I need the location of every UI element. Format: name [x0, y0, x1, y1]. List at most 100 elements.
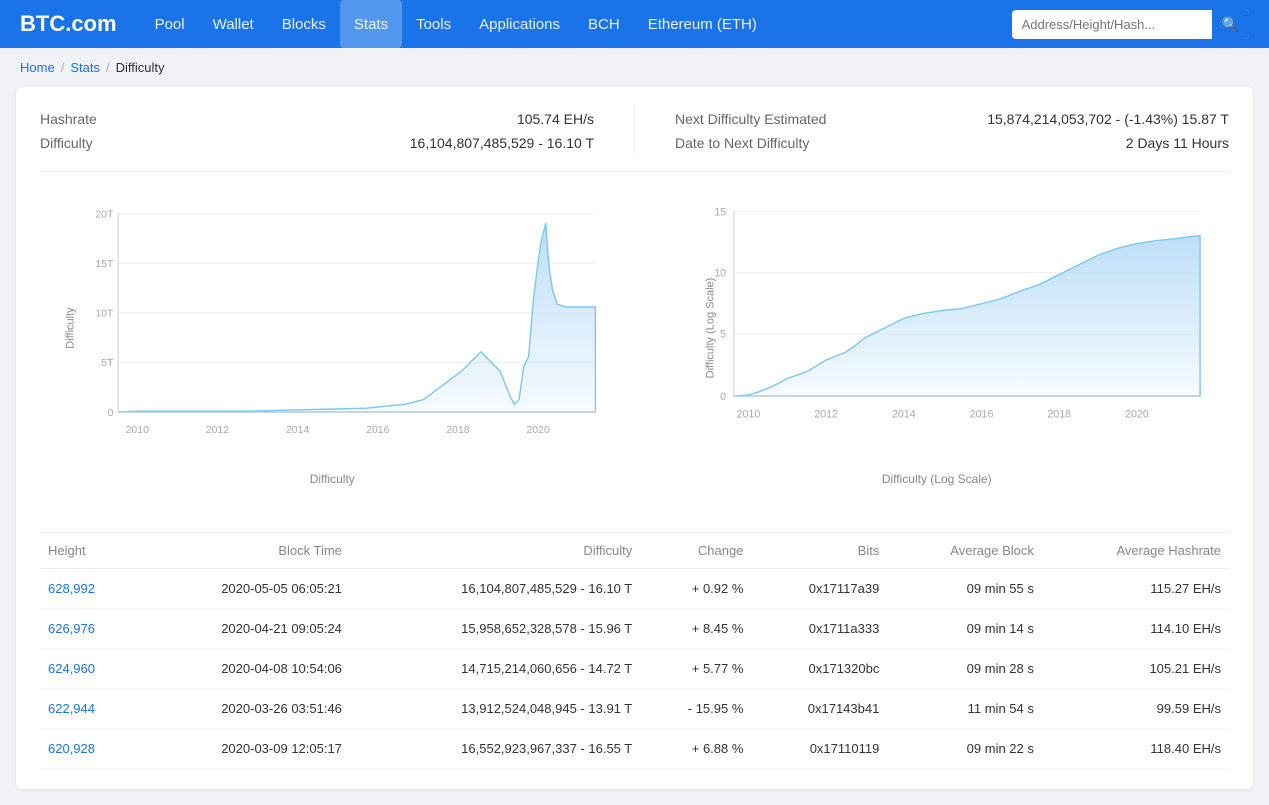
main-card: Hashrate 105.74 EH/s Difficulty 16,104,8… [16, 87, 1253, 789]
next-difficulty-stat: Next Difficulty Estimated 15,874,214,053… [675, 107, 1229, 131]
table-row: 626,9762020-04-21 09:05:2415,958,652,328… [40, 609, 1229, 649]
stats-right: Next Difficulty Estimated 15,874,214,053… [675, 107, 1229, 155]
block-time: 2020-03-26 03:51:46 [138, 689, 350, 729]
col-block-time: Block Time [138, 533, 350, 569]
avg-hashrate-value: 118.40 EH/s [1042, 729, 1229, 769]
avg-hashrate-value: 105.21 EH/s [1042, 649, 1229, 689]
difficulty-value: 13,912,524,048,945 - 13.91 T [350, 689, 640, 729]
bits-value: 0x171320bc [751, 649, 887, 689]
nav-link-ethereum-(eth)[interactable]: Ethereum (ETH) [634, 0, 771, 48]
block-time: 2020-05-05 06:05:21 [138, 569, 350, 609]
chart-log: Difficulty (Log Scale) 15 1 [645, 188, 1230, 508]
difficulty-value: 16,104,807,485,529 - 16.10 T [410, 135, 594, 151]
nav-link-blocks[interactable]: Blocks [268, 0, 340, 48]
avg-hashrate-value: 115.27 EH/s [1042, 569, 1229, 609]
nav-link-tools[interactable]: Tools [402, 0, 465, 48]
svg-text:5T: 5T [101, 358, 114, 369]
svg-text:15: 15 [714, 206, 726, 218]
difficulty-table: Height Block Time Difficulty Change Bits… [40, 532, 1229, 769]
avg-hashrate-value: 99.59 EH/s [1042, 689, 1229, 729]
difficulty-stat: Difficulty 16,104,807,485,529 - 16.10 T [40, 131, 594, 155]
difficulty-value: 16,552,923,967,337 - 16.55 T [350, 729, 640, 769]
breadcrumb: Home / Stats / Difficulty [0, 48, 1269, 87]
table-row: 622,944 2020-03-26 03:51:4613,912,524,048… [40, 689, 1229, 729]
chart2-y-label: Difficulty (Log Scale) [704, 278, 716, 379]
difficulty-value: 14,715,214,060,656 - 14.72 T [350, 649, 640, 689]
chart-linear: Difficulty 20T 15T 10T 5T 0 2010 [40, 188, 625, 508]
chart2-svg: 15 10 5 0 2010 2012 2014 2016 2018 2020 [695, 188, 1220, 468]
breadcrumb-sep2: / [106, 60, 110, 75]
col-avg-block: Average Block [887, 533, 1042, 569]
svg-text:2020: 2020 [1125, 408, 1149, 420]
svg-text:2020: 2020 [526, 425, 549, 436]
block-time: 2020-04-08 10:54:06 [138, 649, 350, 689]
search-box: 🔍 [1012, 10, 1249, 39]
next-difficulty-value: 15,874,214,053,702 - (-1.43%) 15.87 T [987, 111, 1229, 127]
col-bits: Bits [751, 533, 887, 569]
next-difficulty-label: Next Difficulty Estimated [675, 111, 826, 127]
charts-row: Difficulty 20T 15T 10T 5T 0 2010 [40, 188, 1229, 508]
svg-text:2012: 2012 [206, 425, 229, 436]
col-difficulty: Difficulty [350, 533, 640, 569]
svg-text:10T: 10T [95, 309, 114, 320]
svg-text:0: 0 [720, 391, 726, 403]
search-button[interactable]: 🔍 [1212, 10, 1249, 39]
avg-block-value: 09 min 14 s [887, 609, 1042, 649]
breadcrumb-home[interactable]: Home [20, 60, 55, 75]
height-link[interactable]: 628,992 [48, 581, 95, 596]
chart2-x-label: Difficulty (Log Scale) [645, 472, 1230, 486]
block-time: 2020-04-21 09:05:24 [138, 609, 350, 649]
breadcrumb-current: Difficulty [116, 60, 165, 75]
chart1-y-label: Difficulty [65, 307, 77, 348]
hashrate-label: Hashrate [40, 111, 97, 127]
svg-text:0: 0 [108, 408, 114, 419]
nav-link-wallet[interactable]: Wallet [199, 0, 268, 48]
nav-links: PoolWalletBlocksStatsToolsApplicationsBC… [141, 0, 1012, 48]
svg-text:20T: 20T [95, 209, 114, 220]
difficulty-label: Difficulty [40, 135, 93, 151]
svg-text:2012: 2012 [814, 408, 838, 420]
search-input[interactable] [1012, 11, 1212, 38]
nav-link-pool[interactable]: Pool [141, 0, 199, 48]
table-row: 624,960 2020-04-08 10:54:0614,715,214,060… [40, 649, 1229, 689]
table-body: 628,992 2020-05-05 06:05:2116,104,807,485… [40, 569, 1229, 769]
change-value: + 6.88 % [640, 729, 751, 769]
nav-link-stats[interactable]: Stats [340, 0, 402, 48]
breadcrumb-sep1: / [61, 60, 65, 75]
hashrate-stat: Hashrate 105.74 EH/s [40, 107, 594, 131]
avg-block-value: 09 min 55 s [887, 569, 1042, 609]
avg-block-value: 11 min 54 s [887, 689, 1042, 729]
difficulty-value: 16,104,807,485,529 - 16.10 T [350, 569, 640, 609]
hashrate-value: 105.74 EH/s [517, 111, 594, 127]
change-value: + 8.45 % [640, 609, 751, 649]
stats-row: Hashrate 105.74 EH/s Difficulty 16,104,8… [40, 107, 1229, 172]
table-row: 628,992 2020-05-05 06:05:2116,104,807,485… [40, 569, 1229, 609]
brand-logo: BTC.com [20, 11, 117, 37]
table-row: 620,928 2020-03-09 12:05:1716,552,923,967… [40, 729, 1229, 769]
change-value: + 0.92 % [640, 569, 751, 609]
svg-text:2014: 2014 [891, 408, 915, 420]
col-avg-hashrate: Average Hashrate [1042, 533, 1229, 569]
avg-block-value: 09 min 22 s [887, 729, 1042, 769]
breadcrumb-stats[interactable]: Stats [70, 60, 100, 75]
height-link[interactable]: 626,976 [48, 621, 95, 636]
chart1-svg: 20T 15T 10T 5T 0 2010 2012 2014 2016 201… [80, 188, 615, 468]
block-time: 2020-03-09 12:05:17 [138, 729, 350, 769]
svg-text:2010: 2010 [126, 425, 149, 436]
stats-divider [634, 107, 635, 155]
height-link[interactable]: 622,944 [48, 701, 95, 716]
date-next-stat: Date to Next Difficulty 2 Days 11 Hours [675, 131, 1229, 155]
date-next-label: Date to Next Difficulty [675, 135, 809, 151]
bits-value: 0x17117a39 [751, 569, 887, 609]
nav-link-applications[interactable]: Applications [465, 0, 574, 48]
table-header-row: Height Block Time Difficulty Change Bits… [40, 533, 1229, 569]
height-link[interactable]: 624,960 [48, 661, 95, 676]
svg-text:2010: 2010 [736, 408, 760, 420]
nav-link-bch[interactable]: BCH [574, 0, 634, 48]
date-next-value: 2 Days 11 Hours [1126, 135, 1229, 151]
svg-text:2014: 2014 [286, 425, 309, 436]
bits-value: 0x1711a333 [751, 609, 887, 649]
height-link[interactable]: 620,928 [48, 741, 95, 756]
svg-text:2018: 2018 [1047, 408, 1071, 420]
svg-text:15T: 15T [95, 259, 114, 270]
